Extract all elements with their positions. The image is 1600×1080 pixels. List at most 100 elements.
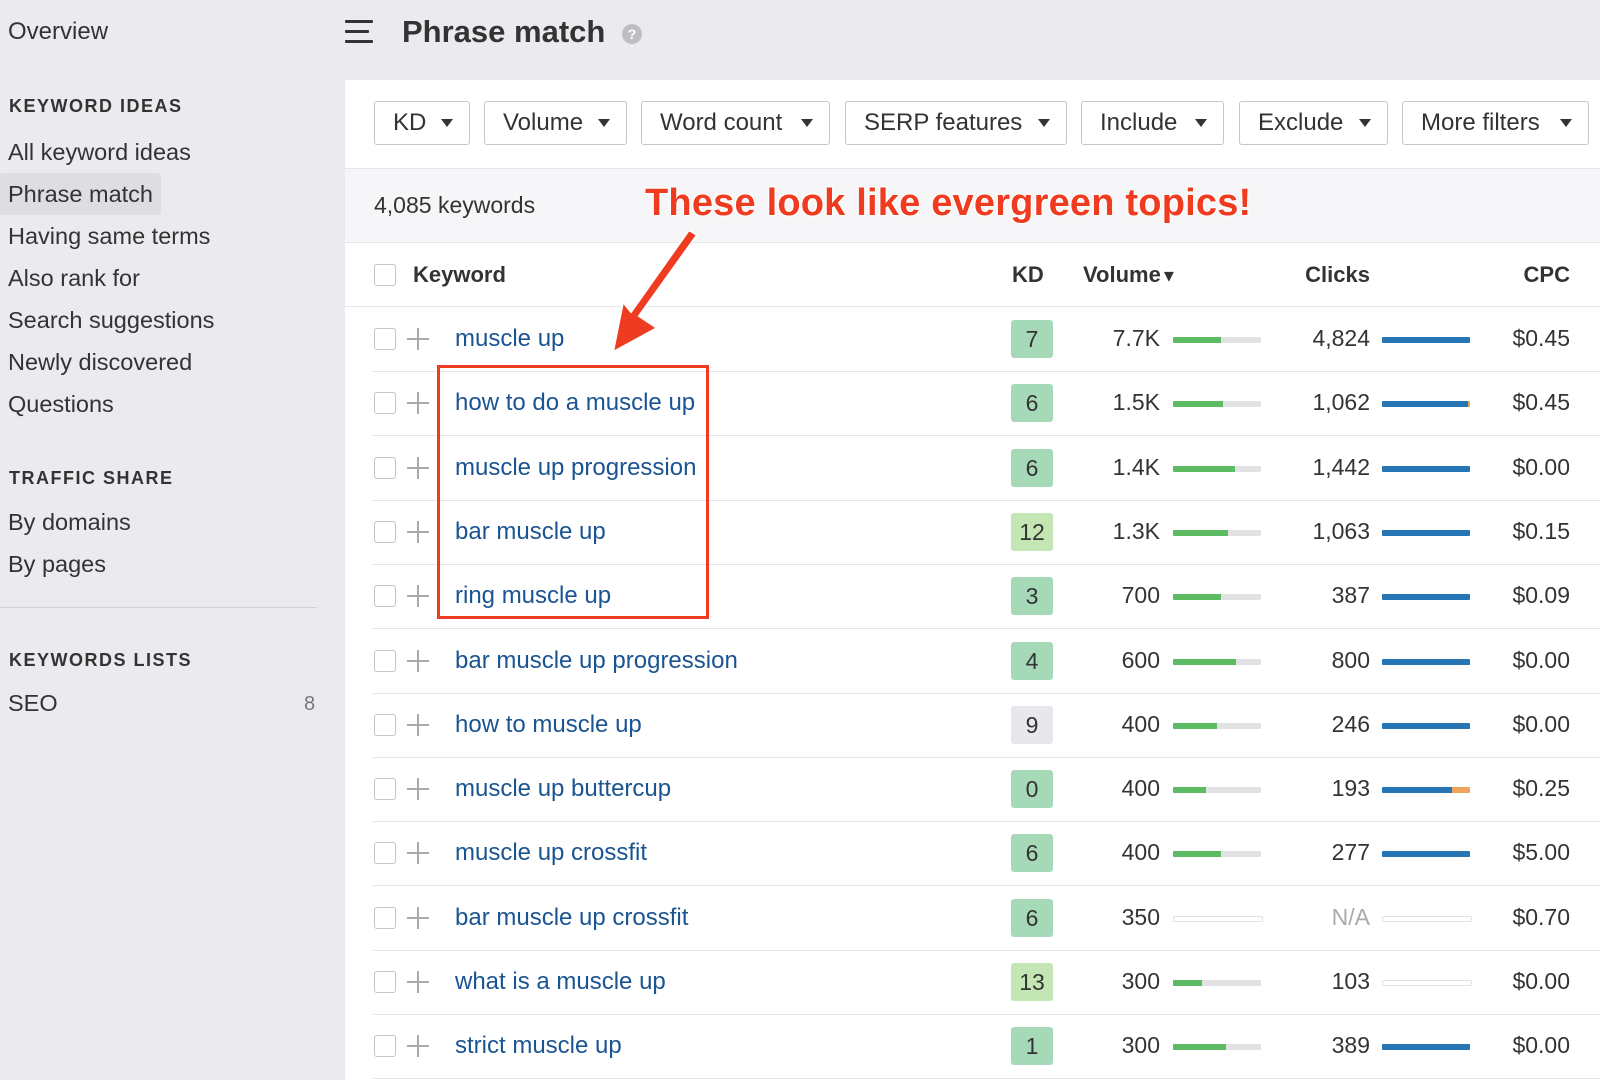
add-to-list-plus-icon[interactable] <box>407 971 429 993</box>
sidebar-item-search-suggestions[interactable]: Search suggestions <box>0 299 222 341</box>
seo-list-count: 8 <box>304 693 316 715</box>
row-checkbox[interactable] <box>374 520 396 543</box>
clicks-value: 1,062 <box>1312 389 1370 416</box>
table-row: bar muscle up progression 4 600 800 $0.00 <box>345 629 1600 694</box>
add-to-list-plus-icon[interactable] <box>407 778 429 801</box>
kd-badge: 0 <box>1011 770 1053 809</box>
kd-badge: 4 <box>1011 641 1053 680</box>
volume-value: 300 <box>1121 968 1160 994</box>
keyword-column-header[interactable]: Keyword <box>413 262 506 288</box>
kd-badge: 6 <box>1011 834 1053 873</box>
sidebar-item-by-domains[interactable]: By domains <box>0 501 139 543</box>
clicks-value: 277 <box>1331 839 1370 866</box>
keyword-link[interactable]: bar muscle up progression <box>455 647 738 675</box>
row-checkbox[interactable] <box>374 906 396 929</box>
cpc-value: $0.45 <box>1512 389 1570 416</box>
caret-down-icon <box>1359 119 1371 127</box>
cpc-value: $0.70 <box>1512 903 1570 930</box>
sidebar-item-all-keyword-ideas[interactable]: All keyword ideas <box>0 131 199 173</box>
hamburger-icon[interactable] <box>345 20 373 44</box>
keyword-link[interactable]: muscle up crossfit <box>455 839 647 867</box>
serp-features-filter-button[interactable]: SERP features <box>845 101 1067 145</box>
volume-bar-fill <box>1173 594 1222 601</box>
add-to-list-plus-icon[interactable] <box>407 456 429 479</box>
sidebar-item-having-same-terms[interactable]: Having same terms <box>0 215 218 257</box>
sidebar-item-seo-list[interactable]: SEO <box>0 682 66 724</box>
add-to-list-plus-icon[interactable] <box>407 520 429 543</box>
word-count-filter-label: Word count <box>660 109 783 136</box>
sidebar-item-newly-discovered[interactable]: Newly discovered <box>0 341 200 383</box>
volume-column-label: Volume <box>1083 262 1161 287</box>
kd-badge: 13 <box>1011 963 1053 1001</box>
clicks-bar <box>1382 465 1470 472</box>
clicks-bar <box>1382 337 1470 343</box>
sidebar-item-by-pages[interactable]: By pages <box>0 543 114 585</box>
exclude-filter-button[interactable]: Exclude <box>1239 101 1388 145</box>
row-checkbox[interactable] <box>374 585 396 608</box>
sidebar-item-questions[interactable]: Questions <box>0 383 122 425</box>
row-divider <box>373 1078 1600 1080</box>
kd-filter-button[interactable]: KD <box>374 101 470 145</box>
include-filter-button[interactable]: Include <box>1081 101 1224 145</box>
clicks-value: N/A <box>1331 903 1370 930</box>
row-checkbox[interactable] <box>374 392 396 415</box>
kd-badge: 3 <box>1011 577 1053 616</box>
more-filters-button[interactable]: More filters <box>1402 101 1589 145</box>
row-checkbox[interactable] <box>374 713 396 736</box>
filter-bar: KD Volume Word count SERP features Inclu… <box>345 80 1600 168</box>
row-checkbox[interactable] <box>374 1035 396 1058</box>
help-icon[interactable]: ? <box>622 24 642 44</box>
serp-features-filter-label: SERP features <box>864 109 1023 136</box>
clicks-bar <box>1382 529 1470 536</box>
volume-bar <box>1173 787 1261 794</box>
cpc-column-header[interactable]: CPC <box>1524 262 1570 288</box>
add-to-list-plus-icon[interactable] <box>407 906 429 929</box>
caret-down-icon <box>1560 119 1572 127</box>
row-checkbox[interactable] <box>374 842 396 865</box>
caret-down-icon <box>801 119 813 127</box>
add-to-list-plus-icon[interactable] <box>407 842 429 865</box>
volume-bar-fill <box>1173 401 1224 408</box>
volume-bar <box>1173 594 1261 601</box>
caret-down-icon <box>598 119 610 127</box>
volume-column-header[interactable]: Volume ▾ <box>1083 262 1174 288</box>
clicks-bar <box>1382 401 1470 408</box>
keyword-link[interactable]: what is a muscle up <box>455 968 666 996</box>
volume-bar-fill <box>1173 1044 1226 1051</box>
row-checkbox[interactable] <box>374 971 396 993</box>
volume-bar <box>1173 401 1261 408</box>
cpc-value: $0.15 <box>1512 517 1570 544</box>
add-to-list-plus-icon[interactable] <box>407 1035 429 1058</box>
row-checkbox[interactable] <box>374 328 396 350</box>
annotation-highlight-box <box>437 365 709 619</box>
volume-value: 350 <box>1121 903 1160 930</box>
row-checkbox[interactable] <box>374 456 396 479</box>
exclude-filter-label: Exclude <box>1258 109 1344 136</box>
sidebar-item-also-rank-for[interactable]: Also rank for <box>0 257 148 299</box>
sidebar: Overview KEYWORD IDEAS All keyword ideas… <box>0 0 345 1080</box>
keyword-link[interactable]: bar muscle up crossfit <box>455 904 688 932</box>
row-checkbox[interactable] <box>374 778 396 801</box>
keyword-link[interactable]: muscle up <box>455 325 564 353</box>
add-to-list-plus-icon[interactable] <box>407 649 429 672</box>
add-to-list-plus-icon[interactable] <box>407 328 429 350</box>
add-to-list-plus-icon[interactable] <box>407 713 429 736</box>
clicks-bar <box>1382 658 1470 665</box>
sidebar-overview-link[interactable]: Overview <box>8 18 108 46</box>
word-count-filter-button[interactable]: Word count <box>641 101 830 145</box>
volume-filter-button[interactable]: Volume <box>484 101 627 145</box>
keyword-link[interactable]: strict muscle up <box>455 1032 622 1060</box>
clicks-bar <box>1382 851 1470 858</box>
row-checkbox[interactable] <box>374 649 396 672</box>
clicks-column-header[interactable]: Clicks <box>1305 262 1370 288</box>
sidebar-item-phrase-match[interactable]: Phrase match <box>0 173 161 215</box>
add-to-list-plus-icon[interactable] <box>407 392 429 415</box>
keyword-link[interactable]: how to muscle up <box>455 711 642 739</box>
keyword-link[interactable]: muscle up buttercup <box>455 775 671 803</box>
main-panel: KD Volume Word count SERP features Inclu… <box>345 80 1600 1080</box>
select-all-checkbox[interactable] <box>374 264 396 286</box>
volume-bar <box>1173 465 1261 472</box>
add-to-list-plus-icon[interactable] <box>407 585 429 608</box>
traffic-share-heading: TRAFFIC SHARE <box>9 468 174 488</box>
kd-column-header[interactable]: KD <box>1012 262 1044 288</box>
